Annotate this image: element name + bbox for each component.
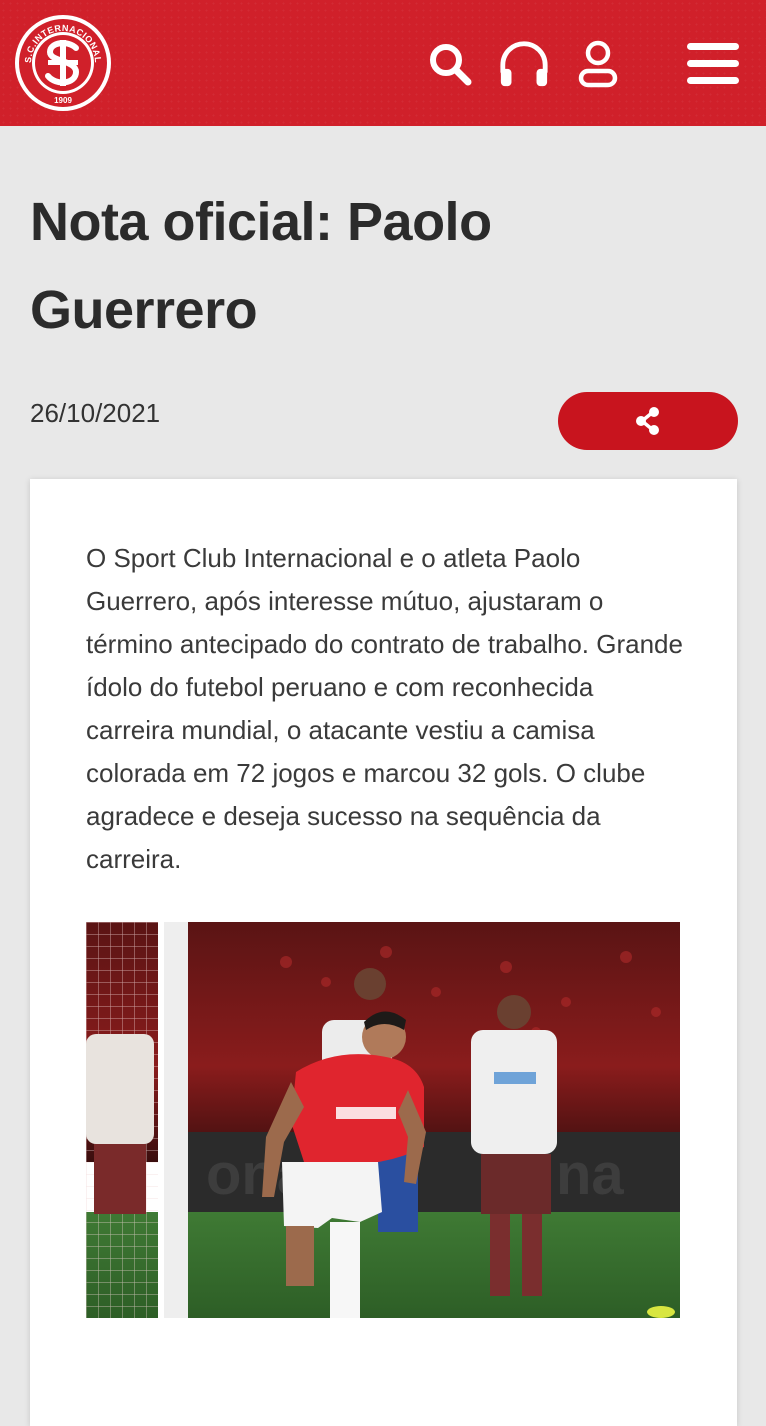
article-photo: ona na [86, 922, 680, 1318]
article-date: 26/10/2021 [30, 398, 161, 428]
svg-text:1909: 1909 [54, 96, 72, 105]
headphones-icon[interactable] [498, 38, 550, 90]
menu-icon[interactable] [684, 38, 742, 90]
article-body: O Sport Club Internacional e o atleta Pa… [86, 543, 683, 874]
share-icon [636, 407, 659, 435]
page-title: Nota oficial: Paolo Guerrero [30, 192, 492, 340]
search-icon[interactable] [424, 38, 476, 90]
user-icon[interactable] [572, 38, 624, 90]
header-bar: S.C.INTERNACIONAL 1909 [0, 0, 766, 126]
club-logo[interactable]: S.C.INTERNACIONAL 1909 [14, 14, 112, 112]
article-card: O Sport Club Internacional e o atleta Pa… [30, 479, 737, 1426]
share-button[interactable] [558, 392, 738, 450]
svg-text:na: na [556, 1142, 624, 1207]
